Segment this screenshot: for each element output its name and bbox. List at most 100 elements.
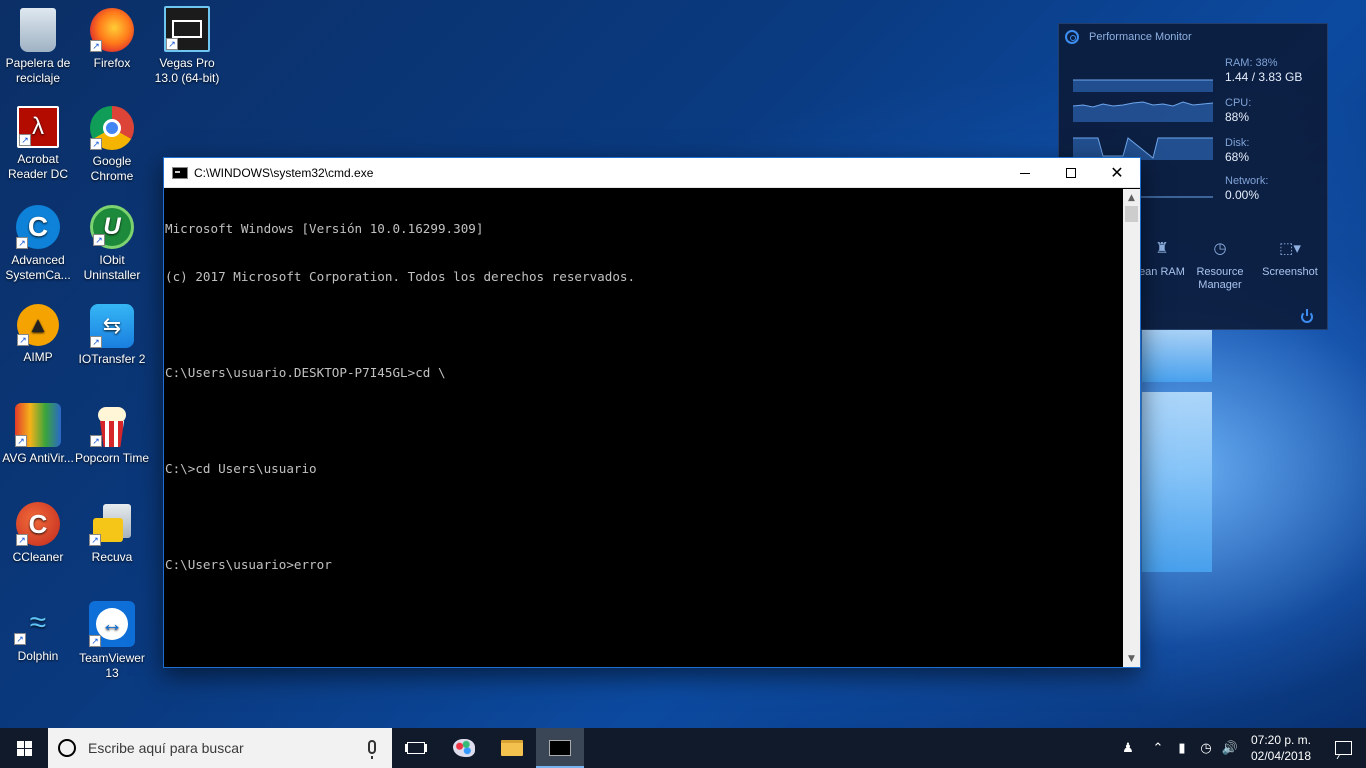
desktop-icon-recycle-bin[interactable]: Papelera de reciclaje [0,8,76,86]
scroll-down-arrow-icon[interactable]: ▼ [1123,650,1140,667]
taskbar-clock[interactable]: 07:20 p. m. 02/04/2018 [1242,732,1320,764]
wifi-icon[interactable]: ◷ [1194,728,1218,768]
desktop-icon-recuva[interactable]: ↗ Recuva [74,502,150,565]
wallpaper-window-pane [1142,330,1212,382]
desktop-icon-chrome[interactable]: ↗ Google Chrome [74,106,150,184]
desktop-icon-teamviewer[interactable]: ↔ ↗ TeamViewer 13 [74,601,150,681]
desktop-icon-popcorn-time[interactable]: ↗ Popcorn Time [74,403,150,466]
notification-icon [1334,741,1352,755]
icon-label: Vegas Pro 13.0 (64-bit) [154,56,220,85]
network-label: Network: [1225,175,1269,187]
avg-icon: ↗ [15,403,61,447]
shortcut-arrow-icon: ↗ [90,40,102,52]
desktop-icon-iobit-uninstaller[interactable]: U ↗ IObit Uninstaller [74,205,150,283]
console-input-line[interactable]: C:\Users\usuario>error [165,557,1123,573]
console-line: C:\Users\usuario.DESKTOP-P7I45GL>cd \ [165,365,446,380]
shortcut-arrow-icon: ↗ [93,234,105,246]
resource-manager-label: Resource Manager [1196,266,1244,291]
iotransfer-icon: ⇆ ↗ [90,304,134,348]
close-icon: ✕ [1110,163,1124,182]
icon-label: TeamViewer 13 [79,651,145,680]
icon-label: Advanced SystemCa... [5,253,71,282]
dolphin-icon: ≈ ↗ [14,601,62,645]
icon-label: Acrobat Reader DC [7,152,69,181]
desktop-icon-aimp[interactable]: ▲ ↗ AIMP [0,304,76,365]
icon-label: Recuva [91,550,133,564]
screenshot-crop-icon: ⬚▾ [1279,240,1301,257]
paint-icon [453,739,475,757]
icon-label: IObit Uninstaller [83,253,141,282]
close-button[interactable]: ✕ [1094,158,1140,188]
desktop-icon-ccleaner[interactable]: C ↗ CCleaner [0,502,76,565]
screenshot-button[interactable]: ⬚▾ Screenshot [1255,240,1325,279]
shortcut-arrow-icon: ↗ [89,635,101,647]
console-line: (c) 2017 Microsoft Corporation. Todos lo… [165,269,636,284]
desktop-icon-vegas-pro[interactable]: ↗ Vegas Pro 13.0 (64-bit) [149,6,225,86]
shortcut-arrow-icon: ↗ [90,138,102,150]
power-icon[interactable] [1301,309,1313,323]
cpu-value: 88% [1225,110,1250,124]
network-value: 0.00% [1225,188,1260,202]
taskbar-app-paint[interactable] [440,728,488,768]
windows-logo-icon [16,740,32,756]
resource-manager-button[interactable]: ◷ Resource Manager [1185,241,1255,292]
icon-label: IOTransfer 2 [78,352,146,366]
advanced-systemcare-icon: C ↗ [16,205,60,249]
maximize-button[interactable] [1048,158,1094,188]
taskbar-search-box[interactable]: Escribe aquí para buscar [48,728,392,768]
chrome-icon: ↗ [90,106,134,150]
desktop-icon-avg[interactable]: ↗ AVG AntiVir... [0,403,76,466]
scrollbar-thumb[interactable] [1125,206,1138,222]
search-placeholder: Escribe aquí para buscar [88,740,244,756]
start-button[interactable] [0,728,48,768]
iobit-uninstaller-icon: U ↗ [90,205,134,249]
cmd-taskbar-icon [549,740,571,756]
shortcut-arrow-icon: ↗ [89,534,101,546]
shortcut-arrow-icon: ↗ [14,633,26,645]
aimp-icon: ▲ ↗ [17,304,59,346]
show-hidden-icons-chevron-up-icon[interactable]: ⌃ [1146,728,1170,768]
ram-graph [1073,79,1213,92]
cmd-console-output[interactable]: Microsoft Windows [Versión 10.0.16299.30… [164,189,1123,667]
icon-label: Popcorn Time [74,451,150,465]
minimize-icon [1020,172,1030,174]
firefox-icon: ↗ [90,8,134,52]
battery-icon[interactable]: ▮ [1170,728,1194,768]
screenshot-label: Screenshot [1262,266,1318,278]
disk-stat: Disk: 68% [1225,136,1249,164]
maximize-icon [1066,168,1076,178]
desktop-icon-iotransfer[interactable]: ⇆ ↗ IOTransfer 2 [74,304,150,367]
vertical-scrollbar[interactable]: ▲ ▼ [1123,189,1140,667]
taskbar-app-file-explorer[interactable] [488,728,536,768]
minimize-button[interactable] [1002,158,1048,188]
cmd-app-icon [172,166,188,179]
action-center-button[interactable] [1320,728,1366,768]
desktop-icon-dolphin[interactable]: ≈ ↗ Dolphin [0,601,76,664]
network-stat: Network: 0.00% [1225,174,1268,202]
task-view-button[interactable] [392,728,440,768]
icon-label: Firefox [93,56,131,70]
wallpaper-window-pane [1142,392,1212,572]
volume-icon[interactable]: 🔊 [1218,728,1242,768]
desktop-icon-firefox[interactable]: ↗ Firefox [74,8,150,71]
recuva-icon: ↗ [89,502,135,546]
desktop-icon-acrobat[interactable]: λ ↗ Acrobat Reader DC [0,106,76,182]
vegas-pro-icon: ↗ [164,6,210,52]
microphone-icon[interactable] [368,740,376,759]
desktop-icon-advanced-systemcare[interactable]: C ↗ Advanced SystemCa... [0,205,76,283]
cpu-graph [1073,101,1213,122]
scroll-up-arrow-icon[interactable]: ▲ [1123,189,1140,206]
perf-header: Performance Monitor [1065,30,1192,44]
people-icon[interactable]: ♟ [1116,728,1140,768]
teamviewer-icon: ↔ ↗ [89,601,135,647]
shortcut-arrow-icon: ↗ [90,435,102,447]
clock-date: 02/04/2018 [1250,749,1312,763]
shortcut-arrow-icon: ↗ [17,334,29,346]
taskbar-app-cmd[interactable] [536,728,584,768]
cmd-titlebar[interactable]: C:\WINDOWS\system32\cmd.exe ✕ [164,158,1140,188]
cmd-window-title: C:\WINDOWS\system32\cmd.exe [194,165,374,180]
icon-label: CCleaner [12,550,64,564]
cmd-window[interactable]: C:\WINDOWS\system32\cmd.exe ✕ Microsoft … [163,157,1141,668]
